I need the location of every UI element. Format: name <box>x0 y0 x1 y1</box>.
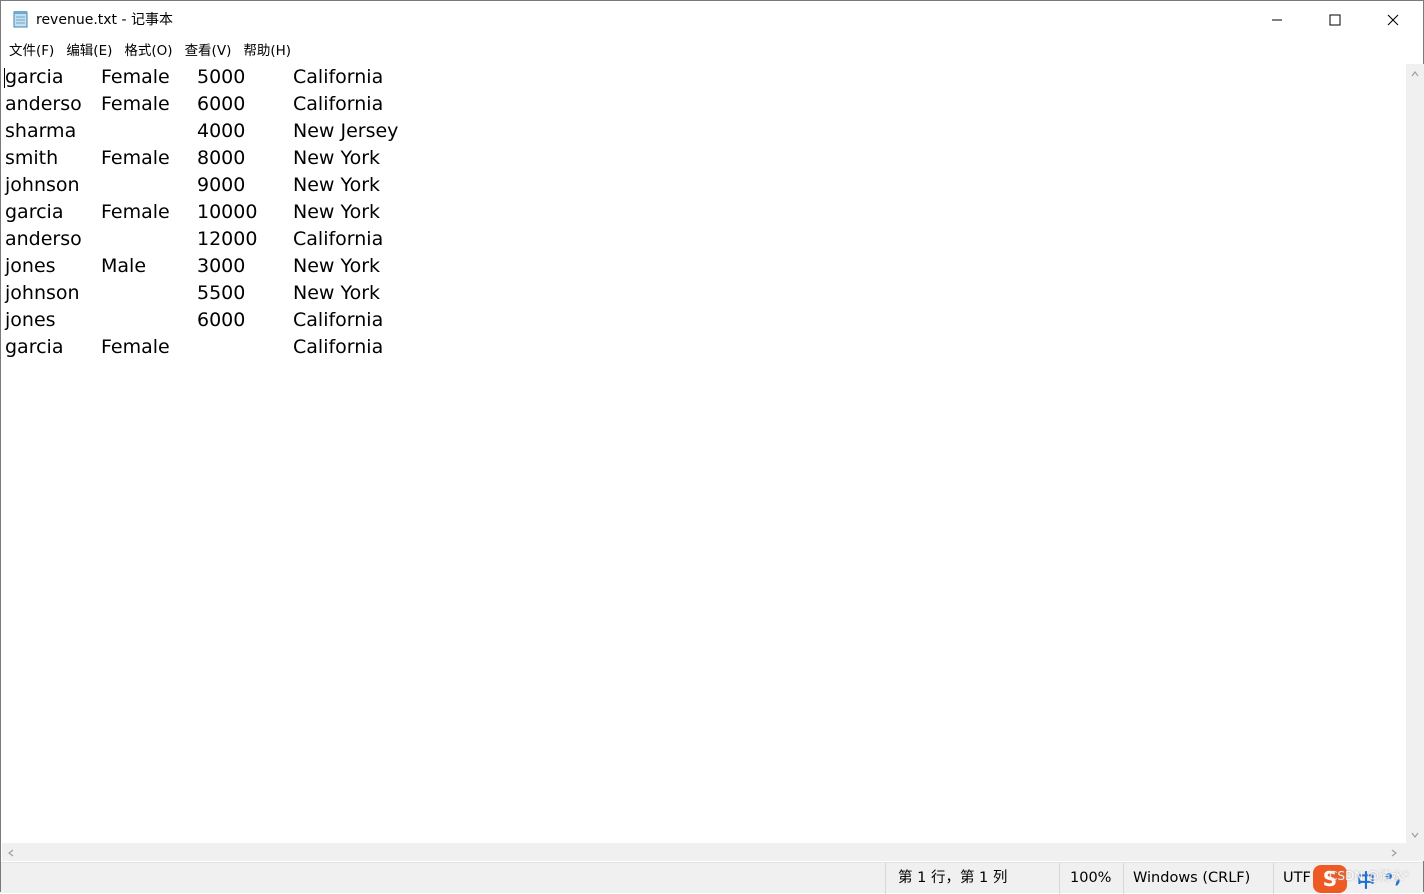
menu-help[interactable]: 帮助(H) <box>237 40 297 62</box>
text-field: 10000 <box>197 201 258 223</box>
text-line: sharma 4000 New Jersey <box>2 118 1405 145</box>
text-field: 4000 <box>197 120 246 142</box>
chevron-down-icon <box>1410 825 1420 844</box>
text-field: Female <box>101 93 170 115</box>
text-field: jones <box>5 255 56 277</box>
close-icon <box>1387 14 1399 26</box>
notepad-window: revenue.txt - 记事本 文件(F) 编辑(E) 格式(O) 查看(V… <box>0 0 1424 894</box>
text-field: 9000 <box>197 174 246 196</box>
text-line: jones Male 3000 New York <box>2 253 1405 280</box>
status-cursor-position: 第 1 行，第 1 列 <box>885 863 1059 894</box>
menu-edit[interactable]: 编辑(E) <box>60 40 118 62</box>
window-title: revenue.txt - 记事本 <box>36 12 173 28</box>
scroll-down-button[interactable] <box>1406 825 1424 843</box>
text-field: New York <box>293 201 381 223</box>
text-line: garcia Female 5000 California <box>2 64 1405 91</box>
text-field: California <box>293 66 384 88</box>
text-field: New York <box>293 282 381 304</box>
text-field: 3000 <box>197 255 246 277</box>
menu-format[interactable]: 格式(O) <box>118 40 178 62</box>
text-field: California <box>293 228 384 250</box>
text-field: garcia <box>5 201 64 223</box>
text-field: 12000 <box>197 228 258 250</box>
text-field: garcia <box>5 66 64 88</box>
text-line: garcia Female 10000 New York <box>2 199 1405 226</box>
text-line: johnson 5500 New York <box>2 280 1405 307</box>
menu-file[interactable]: 文件(F) <box>3 40 60 62</box>
chevron-left-icon <box>6 843 16 862</box>
text-field: 5000 <box>197 66 246 88</box>
chevron-up-icon <box>1410 64 1420 83</box>
notepad-icon <box>12 10 30 28</box>
text-line: jones 6000 California <box>2 307 1405 334</box>
title-bar[interactable]: revenue.txt - 记事本 <box>1 1 1423 39</box>
text-field: jones <box>5 309 56 331</box>
text-field: Female <box>101 336 170 358</box>
text-field: anderso <box>5 228 82 250</box>
text-field: 6000 <box>197 93 246 115</box>
vertical-scrollbar[interactable] <box>1406 64 1424 843</box>
text-field: New York <box>293 147 381 169</box>
text-field: 8000 <box>197 147 246 169</box>
text-line: anderso Female 6000 California <box>2 91 1405 118</box>
text-field: johnson <box>5 174 80 196</box>
close-button[interactable] <box>1364 1 1422 39</box>
text-field: California <box>293 93 384 115</box>
status-line-ending: Windows (CRLF) <box>1123 863 1273 894</box>
text-field: Female <box>101 147 170 169</box>
text-field: New York <box>293 174 381 196</box>
text-field: anderso <box>5 93 82 115</box>
minimize-button[interactable] <box>1248 1 1306 39</box>
scroll-right-button[interactable] <box>1385 843 1403 861</box>
menu-bar: 文件(F) 编辑(E) 格式(O) 查看(V) 帮助(H) <box>1 39 1423 63</box>
text-line: anderso 12000 California <box>2 226 1405 253</box>
scroll-up-button[interactable] <box>1406 64 1424 82</box>
horizontal-scrollbar[interactable] <box>2 843 1406 861</box>
text-field: Female <box>101 66 170 88</box>
minimize-icon <box>1271 14 1283 26</box>
text-field: garcia <box>5 336 64 358</box>
text-line: smith Female 8000 New York <box>2 145 1405 172</box>
text-field: smith <box>5 147 59 169</box>
scroll-left-button[interactable] <box>2 843 20 861</box>
text-field: Female <box>101 201 170 223</box>
text-field: California <box>293 309 384 331</box>
maximize-icon <box>1329 14 1341 26</box>
text-field: California <box>293 336 384 358</box>
status-bar: 第 1 行，第 1 列 100% Windows (CRLF) UTF <box>1 862 1423 894</box>
maximize-button[interactable] <box>1306 1 1364 39</box>
text-field: 6000 <box>197 309 246 331</box>
scroll-corner <box>1406 843 1424 861</box>
text-caret <box>4 68 5 88</box>
text-line: garcia Female California <box>2 334 1405 361</box>
text-field: New York <box>293 255 381 277</box>
text-field: johnson <box>5 282 80 304</box>
text-field: Male <box>101 255 147 277</box>
text-field: 5500 <box>197 282 246 304</box>
chevron-right-icon <box>1389 843 1399 862</box>
watermark: CSDN @清水* <box>1329 869 1410 883</box>
text-field: New Jersey <box>293 120 399 142</box>
text-field: sharma <box>5 120 77 142</box>
text-line: johnson 9000 New York <box>2 172 1405 199</box>
menu-view[interactable]: 查看(V) <box>179 40 238 62</box>
status-zoom: 100% <box>1059 863 1123 894</box>
text-editor[interactable]: garcia Female 5000 California anderso Female 6… <box>2 64 1405 843</box>
